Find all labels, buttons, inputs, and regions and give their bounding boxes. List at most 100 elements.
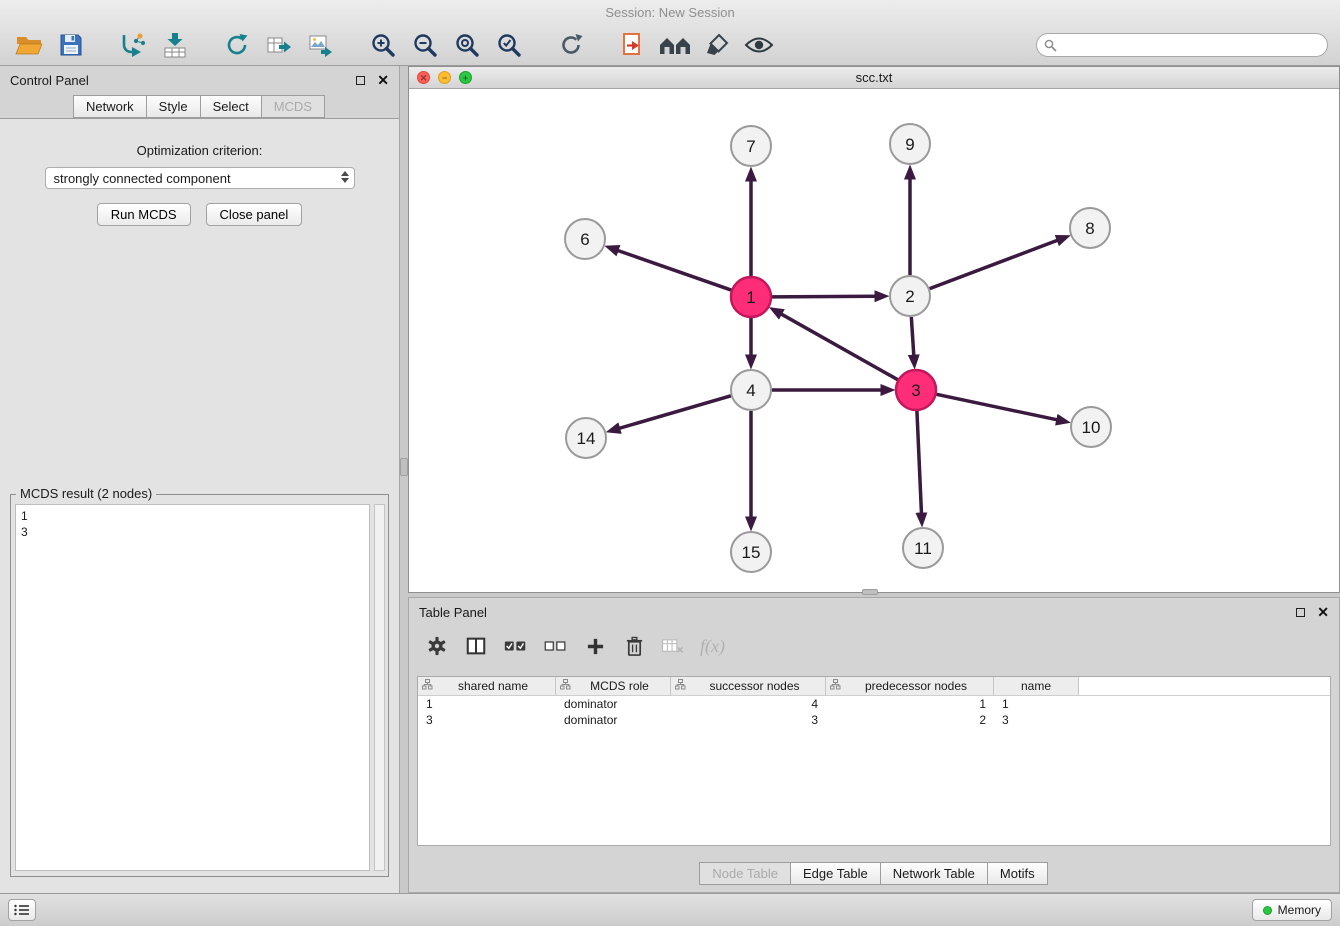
unselect-all-columns-button[interactable] — [543, 632, 568, 660]
run-mcds-button[interactable]: Run MCDS — [97, 203, 191, 226]
new-network-button[interactable] — [220, 28, 254, 62]
minimize-window-icon[interactable]: − — [438, 71, 451, 84]
node-7[interactable]: 7 — [731, 126, 771, 166]
select-all-columns-button[interactable] — [503, 632, 528, 660]
table-cell[interactable]: dominator — [556, 697, 671, 711]
dropdown-stepper-icon — [341, 171, 349, 183]
tab-edge-table[interactable]: Edge Table — [790, 862, 881, 885]
node-11[interactable]: 11 — [903, 528, 943, 568]
delete-column-button[interactable] — [622, 632, 646, 660]
table-cell[interactable]: 1 — [994, 697, 1079, 711]
edge-3-1[interactable] — [781, 314, 898, 380]
table-cell[interactable]: dominator — [556, 713, 671, 727]
column-header-shared-name[interactable]: shared name — [418, 677, 556, 695]
export-image-icon — [308, 32, 334, 58]
tab-network-table[interactable]: Network Table — [880, 862, 988, 885]
tab-mcds[interactable]: MCDS — [261, 95, 325, 118]
table-cell[interactable]: 3 — [671, 713, 826, 727]
close-panel-icon[interactable]: ✕ — [377, 73, 389, 87]
close-panel-button[interactable]: Close panel — [206, 203, 303, 226]
function-builder-button[interactable]: f(x) — [700, 632, 725, 660]
table-panel-tabs: Node TableEdge TableNetwork TableMotifs — [409, 862, 1339, 885]
task-history-button[interactable] — [8, 899, 36, 921]
column-header-mcds-role[interactable]: MCDS role — [556, 677, 671, 695]
table-cell[interactable]: 3 — [418, 713, 556, 727]
column-header-successor-nodes[interactable]: successor nodes — [671, 677, 826, 695]
table-settings-button[interactable] — [425, 632, 449, 660]
network-graph[interactable]: 7 9 6 8 1 2 4 3 14 10 15 11 — [409, 89, 1339, 592]
edge-2-3[interactable] — [911, 317, 913, 356]
svg-text:3: 3 — [911, 381, 920, 400]
node-2[interactable]: 2 — [890, 276, 930, 316]
zoom-in-button[interactable] — [366, 28, 400, 62]
export-to-web-button[interactable] — [616, 28, 650, 62]
optimization-criterion-select[interactable]: strongly connected component — [45, 167, 355, 189]
open-session-button[interactable] — [12, 28, 46, 62]
table-cell[interactable]: 1 — [418, 697, 556, 711]
eye-icon — [744, 35, 774, 55]
table-row[interactable]: 3dominator323 — [418, 712, 1330, 728]
mcds-result-list[interactable]: 13 — [15, 504, 370, 871]
panel-splitter-handle[interactable] — [400, 458, 408, 476]
node-4[interactable]: 4 — [731, 370, 771, 410]
tab-style[interactable]: Style — [146, 95, 201, 118]
node-1[interactable]: 1 — [731, 277, 771, 317]
maximize-window-icon[interactable]: + — [459, 71, 472, 84]
edge-1-2[interactable] — [772, 296, 876, 297]
column-header-predecessor-nodes[interactable]: predecessor nodes — [826, 677, 994, 695]
zoom-fit-button[interactable] — [450, 28, 484, 62]
table-cell[interactable]: 1 — [826, 697, 994, 711]
save-session-button[interactable] — [54, 28, 88, 62]
export-image-button[interactable] — [304, 28, 338, 62]
refresh-view-button[interactable] — [554, 28, 588, 62]
network-view-window: ✕ − + scc.txt 7 9 6 8 1 2 4 3 14 10 15 11 — [408, 66, 1340, 593]
show-columns-button[interactable] — [464, 632, 488, 660]
network-window-titlebar[interactable]: ✕ − + scc.txt — [409, 67, 1339, 89]
status-bar: Memory — [0, 893, 1340, 926]
close-window-icon[interactable]: ✕ — [417, 71, 430, 84]
edge-4-14[interactable] — [619, 396, 731, 429]
table-panel-title: Table Panel — [419, 605, 1296, 620]
float-panel-icon[interactable] — [1296, 608, 1305, 617]
node-10[interactable]: 10 — [1071, 407, 1111, 447]
table-row[interactable]: 1dominator411 — [418, 696, 1330, 712]
node-3[interactable]: 3 — [896, 370, 936, 410]
dropdown-selected-value: strongly connected component — [54, 171, 231, 186]
search-input[interactable] — [1036, 33, 1328, 57]
home-button[interactable] — [658, 28, 692, 62]
node-9[interactable]: 9 — [890, 124, 930, 164]
table-cell[interactable]: 3 — [994, 713, 1079, 727]
float-panel-icon[interactable] — [356, 76, 365, 85]
zoom-out-button[interactable] — [408, 28, 442, 62]
tab-motifs[interactable]: Motifs — [987, 862, 1048, 885]
node-8[interactable]: 8 — [1070, 208, 1110, 248]
tab-network[interactable]: Network — [73, 95, 147, 118]
import-table-button[interactable] — [158, 28, 192, 62]
horizontal-splitter-handle[interactable] — [862, 589, 878, 595]
tab-node-table[interactable]: Node Table — [699, 862, 791, 885]
zoom-selected-button[interactable] — [492, 28, 526, 62]
edge-3-10[interactable] — [937, 394, 1058, 420]
node-6[interactable]: 6 — [565, 219, 605, 259]
import-network-button[interactable] — [116, 28, 150, 62]
zoom-in-icon — [370, 32, 396, 58]
mcds-result-item[interactable]: 3 — [21, 524, 364, 540]
edge-2-8[interactable] — [930, 240, 1059, 289]
create-column-button[interactable] — [583, 632, 607, 660]
column-header-name[interactable]: name — [994, 677, 1079, 695]
export-table-button[interactable] — [262, 28, 296, 62]
delete-table-button[interactable] — [661, 632, 685, 660]
mcds-result-item[interactable]: 1 — [21, 508, 364, 524]
tab-select[interactable]: Select — [200, 95, 262, 118]
node-15[interactable]: 15 — [731, 532, 771, 572]
table-cell[interactable]: 4 — [671, 697, 826, 711]
table-cell[interactable]: 2 — [826, 713, 994, 727]
apply-style-button[interactable] — [700, 28, 734, 62]
edge-1-6[interactable] — [617, 250, 731, 290]
close-panel-icon[interactable]: ✕ — [1317, 605, 1329, 619]
node-14[interactable]: 14 — [566, 418, 606, 458]
edge-3-11[interactable] — [917, 411, 922, 514]
show-details-button[interactable] — [742, 28, 776, 62]
result-list-scrollbar[interactable] — [374, 504, 385, 871]
memory-status-button[interactable]: Memory — [1252, 899, 1332, 921]
